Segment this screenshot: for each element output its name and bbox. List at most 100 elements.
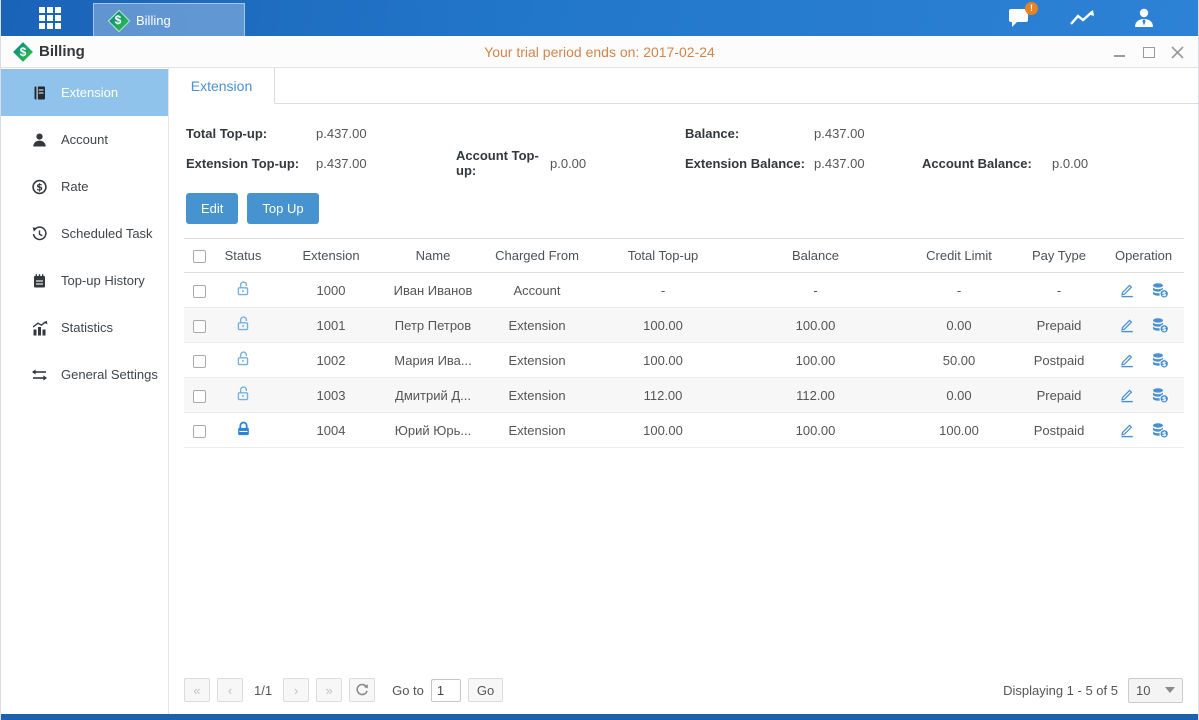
sidebar-item-extension[interactable]: Extension <box>1 69 168 116</box>
edit-row-icon[interactable] <box>1119 282 1135 298</box>
bar-chart-icon <box>31 320 48 336</box>
window-title: Billing <box>39 43 85 60</box>
table-header-row: Status Extension Name Charged From Total… <box>184 239 1184 273</box>
select-all-checkbox[interactable] <box>193 250 206 263</box>
last-page-button[interactable]: » <box>316 678 342 702</box>
sidebar-item-label: Scheduled Task <box>61 226 153 241</box>
name-cell: Петр Петров <box>390 308 476 343</box>
toolbar: Edit Top Up <box>169 182 1198 238</box>
goto-label: Go to <box>392 683 424 698</box>
billing-window-icon: $ <box>13 42 33 62</box>
balance-cell: - <box>728 273 903 308</box>
extension-cell: 1001 <box>272 308 390 343</box>
extension-topup-label: Extension Top-up: <box>186 156 316 171</box>
row-checkbox[interactable] <box>193 285 206 298</box>
sidebar-item-account[interactable]: Account <box>1 116 168 163</box>
topbar-billing-tab[interactable]: $ Billing <box>93 3 245 36</box>
sidebar-item-topup-history[interactable]: Top-up History <box>1 257 168 304</box>
edit-row-icon[interactable] <box>1119 352 1135 368</box>
close-button[interactable] <box>1171 46 1184 59</box>
col-name: Name <box>390 239 476 273</box>
first-page-button[interactable]: « <box>184 678 210 702</box>
edit-row-icon[interactable] <box>1119 387 1135 403</box>
user-account-icon[interactable] <box>1130 5 1158 31</box>
notebook-icon <box>31 273 48 289</box>
apps-grid-icon[interactable] <box>39 7 69 29</box>
row-checkbox[interactable] <box>193 320 206 333</box>
tab-extension[interactable]: Extension <box>169 68 275 104</box>
svg-text:$: $ <box>1161 290 1166 298</box>
edit-row-icon[interactable] <box>1119 422 1135 438</box>
sidebar-item-scheduled-task[interactable]: Scheduled Task <box>1 210 168 257</box>
col-charged-from: Charged From <box>476 239 598 273</box>
notifications-icon[interactable]: ! <box>1006 5 1034 31</box>
topbar-icons: ! <box>1006 0 1158 36</box>
reports-chart-icon[interactable] <box>1068 5 1096 31</box>
col-total-topup: Total Top-up <box>598 239 728 273</box>
status-cell <box>214 343 272 378</box>
edit-button[interactable]: Edit <box>186 193 238 224</box>
extension-cell: 1002 <box>272 343 390 378</box>
balance-summary: Total Top-up: p.437.00 Extension Top-up:… <box>169 104 1198 182</box>
svg-text:$: $ <box>1161 430 1166 438</box>
billing-app-icon: $ <box>108 10 128 30</box>
edit-row-icon[interactable] <box>1119 317 1135 333</box>
maximize-button[interactable] <box>1142 46 1155 59</box>
sidebar-item-label: Account <box>61 132 108 147</box>
minimize-button[interactable] <box>1113 46 1126 59</box>
status-cell <box>214 308 272 343</box>
operation-cell: $ <box>1103 422 1184 439</box>
sidebar-item-rate[interactable]: $ Rate <box>1 163 168 210</box>
lock-open-icon <box>235 385 252 402</box>
row-checkbox[interactable] <box>193 390 206 403</box>
total-topup-cell: 112.00 <box>598 378 728 413</box>
main-content: Extension Total Top-up: p.437.00 Extensi… <box>169 68 1198 714</box>
goto-page-input[interactable] <box>431 679 461 702</box>
extension-balance-label: Extension Balance: <box>685 156 814 171</box>
person-icon <box>31 132 48 148</box>
sliders-icon <box>31 367 48 383</box>
sidebar-item-general-settings[interactable]: General Settings <box>1 351 168 398</box>
topup-button[interactable]: Top Up <box>247 193 318 224</box>
extension-topup-value: p.437.00 <box>316 156 456 171</box>
displaying-text: Displaying 1 - 5 of 5 <box>1003 683 1118 698</box>
refresh-button[interactable] <box>349 678 375 702</box>
status-cell <box>214 273 272 308</box>
operation-cell: $ <box>1103 282 1184 299</box>
total-topup-label: Total Top-up: <box>186 126 316 141</box>
table-row: 1002Мария Ива...Extension100.00100.0050.… <box>184 343 1184 378</box>
topbar-tab-label: Billing <box>136 13 171 28</box>
pagination-bar: « ‹ 1/1 › » Go to Go Displaying 1 - 5 of… <box>169 674 1198 714</box>
table-row: 1004Юрий Юрь...Extension100.00100.00100.… <box>184 413 1184 448</box>
pay-type-cell: Postpaid <box>1015 343 1103 378</box>
topup-row-icon[interactable]: $ <box>1151 317 1169 334</box>
row-checkbox[interactable] <box>193 425 206 438</box>
pay-type-cell: Prepaid <box>1015 378 1103 413</box>
col-credit-limit: Credit Limit <box>903 239 1015 273</box>
next-page-button[interactable]: › <box>283 678 309 702</box>
topup-row-icon[interactable]: $ <box>1151 282 1169 299</box>
window-controls <box>1113 36 1184 68</box>
lock-open-icon <box>235 280 252 297</box>
name-cell: Дмитрий Д... <box>390 378 476 413</box>
balance-cell: 100.00 <box>728 308 903 343</box>
row-checkbox[interactable] <box>193 355 206 368</box>
svg-text:$: $ <box>1161 360 1166 368</box>
sidebar-item-statistics[interactable]: Statistics <box>1 304 168 351</box>
name-cell: Юрий Юрь... <box>390 413 476 448</box>
extension-cell: 1004 <box>272 413 390 448</box>
topup-row-icon[interactable]: $ <box>1151 352 1169 369</box>
topup-row-icon[interactable]: $ <box>1151 387 1169 404</box>
name-cell: Иван Иванов <box>390 273 476 308</box>
lock-open-icon <box>235 350 252 367</box>
go-button[interactable]: Go <box>468 678 503 702</box>
tabbar-filler <box>275 68 1198 104</box>
topup-row-icon[interactable]: $ <box>1151 422 1169 439</box>
ledger-icon <box>31 85 48 101</box>
prev-page-button[interactable]: ‹ <box>217 678 243 702</box>
page-size-select[interactable]: 10 <box>1128 678 1183 703</box>
balance-cell: 100.00 <box>728 343 903 378</box>
status-cell <box>214 378 272 413</box>
sidebar-item-label: Top-up History <box>61 273 145 288</box>
billing-window: $ Billing ! <box>0 0 1199 720</box>
